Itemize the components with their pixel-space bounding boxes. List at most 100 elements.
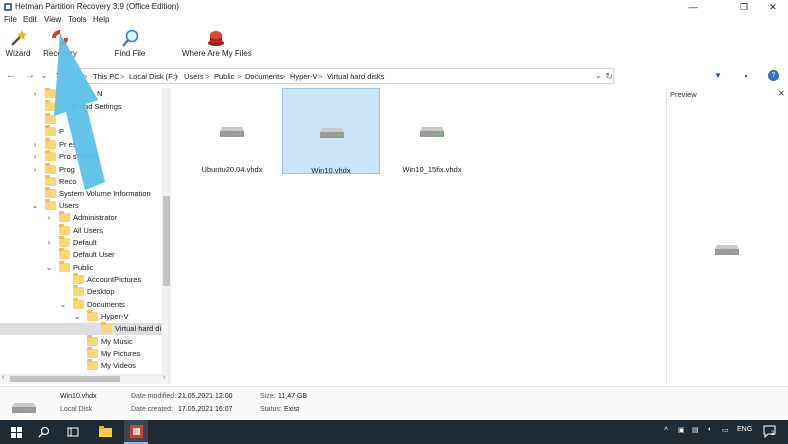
menu-view[interactable]: View xyxy=(44,15,61,24)
chevron-right-icon[interactable]: › xyxy=(31,89,39,98)
crumb-documents[interactable]: Documents xyxy=(245,72,283,81)
menu-tools[interactable]: Tools xyxy=(68,15,87,24)
tree-item[interactable]: ts and Settings xyxy=(0,100,171,113)
tree-item[interactable]: › Pro s (x86) xyxy=(0,150,171,163)
close-button[interactable]: ✕ xyxy=(760,0,786,14)
tree-item[interactable]: › Administrator xyxy=(0,211,171,224)
view-mode-icon[interactable]: ▪ xyxy=(740,69,752,83)
tree-item[interactable]: AccountPictures xyxy=(0,273,171,286)
menu-help[interactable]: Help xyxy=(93,15,109,24)
filter-icon[interactable]: ▼ xyxy=(712,69,724,83)
network-icon[interactable]: ▤ xyxy=(692,426,699,434)
refresh-button[interactable]: ↻ xyxy=(603,69,615,83)
chevron-right-icon[interactable]: › xyxy=(45,238,53,247)
tree-item[interactable]: System Volume Information xyxy=(0,187,171,200)
menu-file[interactable]: File xyxy=(4,15,17,24)
notification-icon[interactable]: 2 xyxy=(763,425,776,439)
folder-icon xyxy=(87,310,98,321)
tree-item-documents[interactable]: ⌄ Documents xyxy=(0,298,171,311)
chevron-down-icon[interactable]: ⌄ xyxy=(31,201,39,210)
tree-item[interactable]: › N xyxy=(0,88,171,100)
chevron-down-icon[interactable]: ⌄ xyxy=(59,300,67,309)
tree-item-users[interactable]: ⌄ Users xyxy=(0,199,171,212)
tree-horizontal-scrollbar[interactable]: ‹ › xyxy=(0,374,171,384)
folder-icon xyxy=(87,347,98,358)
tree-item[interactable]: › Default xyxy=(0,236,171,249)
folder-icon xyxy=(87,335,98,346)
folder-icon xyxy=(59,248,70,259)
tree-item[interactable]: Reco xyxy=(0,175,171,188)
crumb-users[interactable]: Users xyxy=(184,72,204,81)
back-button[interactable]: ← xyxy=(5,69,17,83)
folder-icon xyxy=(59,236,70,247)
breadcrumb[interactable]: > This PC > Local Disk (F:) > Users > Pu… xyxy=(66,68,614,84)
windows-start-icon[interactable] xyxy=(11,427,22,438)
hard-drive-icon xyxy=(12,403,36,413)
file-item-ubuntu[interactable]: Ubuntu20.04.vhdx xyxy=(183,88,281,174)
tree-item[interactable]: Desktop xyxy=(0,285,171,298)
tree-item[interactable]: My Videos xyxy=(0,359,171,372)
close-icon[interactable]: ✕ xyxy=(778,89,785,98)
volume-icon[interactable]: ◖ xyxy=(707,426,711,433)
folder-icon xyxy=(59,211,70,222)
chevron-down-icon[interactable]: ⌄ xyxy=(73,312,81,321)
tree-item[interactable] xyxy=(0,113,171,126)
window-title: Hetman Partition Recovery 3.9 (Office Ed… xyxy=(15,2,179,11)
scroll-right-icon[interactable]: › xyxy=(163,374,165,381)
wizard-button[interactable]: Wizard xyxy=(4,28,32,58)
red-app-tray-icon[interactable]: ▣ xyxy=(678,426,685,434)
chevron-right-icon[interactable]: › xyxy=(31,165,39,174)
tree-item-virtual-hard-disks[interactable]: Virtual hard di xyxy=(0,322,171,335)
hetman-taskbar-icon[interactable] xyxy=(124,420,148,444)
forward-button[interactable]: → xyxy=(24,69,36,83)
task-view-icon[interactable] xyxy=(67,426,79,438)
address-bar: ← → ⌄ ↑ > This PC > Local Disk (F:) > Us… xyxy=(0,67,788,85)
language-indicator[interactable]: ENG xyxy=(737,426,752,433)
maximize-button[interactable]: ❐ xyxy=(731,0,757,14)
tree-item-hyper-v[interactable]: ⌄ Hyper-V xyxy=(0,310,171,323)
tree-item[interactable]: › Prog xyxy=(0,163,171,176)
history-dropdown-icon[interactable]: ⌄ xyxy=(38,69,50,83)
tree-item[interactable]: All Users xyxy=(0,224,171,237)
recovery-button[interactable]: Recovery xyxy=(42,28,78,58)
preview-panel: Preview ✕ xyxy=(666,88,788,384)
up-button[interactable]: ↑ xyxy=(51,69,63,83)
scrollbar-thumb[interactable] xyxy=(163,196,170,286)
crumb-virtual-hard-disks[interactable]: Virtual hard disks xyxy=(327,72,384,81)
address-dropdown-icon[interactable]: ⌄ xyxy=(595,71,602,80)
chevron-right-icon[interactable]: › xyxy=(45,213,53,222)
tree-item[interactable]: Default User xyxy=(0,248,171,261)
crumb-this-pc[interactable]: This PC xyxy=(93,72,120,81)
battery-icon[interactable]: ▭ xyxy=(722,426,729,434)
chevron-right-icon[interactable]: › xyxy=(31,152,39,161)
menu-edit[interactable]: Edit xyxy=(23,15,37,24)
wand-icon xyxy=(11,30,27,46)
tree-item[interactable]: P xyxy=(0,125,171,138)
folder-icon xyxy=(87,359,98,370)
tree-vertical-scrollbar[interactable] xyxy=(162,88,171,374)
tree-item-public[interactable]: ⌄ Public xyxy=(0,261,171,274)
scrollbar-thumb[interactable] xyxy=(10,376,120,382)
where-are-my-files-button[interactable]: Where Are My Files xyxy=(182,28,252,58)
tree-item[interactable]: My Pictures xyxy=(0,347,171,360)
chevron-up-icon[interactable]: ˄ xyxy=(664,426,668,433)
crumb-hyper-v[interactable]: Hyper-V xyxy=(290,72,318,81)
crumb-public[interactable]: Public xyxy=(214,72,234,81)
tree-item[interactable]: My Music xyxy=(0,335,171,348)
file-explorer-taskbar-icon[interactable] xyxy=(94,420,116,444)
minimize-button[interactable]: — xyxy=(680,0,706,14)
chevron-right-icon[interactable]: › xyxy=(31,140,39,149)
help-icon[interactable]: ? xyxy=(768,70,779,81)
folder-tree: › N ts and Settings P › Pr es › Pro s (x… xyxy=(0,88,171,374)
red-button-icon xyxy=(208,31,224,46)
search-icon[interactable] xyxy=(38,426,50,438)
crumb-local-disk[interactable]: Local Disk (F:) xyxy=(129,72,177,81)
taskbar: ˄ ▣ ▤ ◖ ▭ ENG 2 xyxy=(0,420,788,444)
file-item-win10[interactable]: Win10.vhdx xyxy=(282,88,380,175)
scroll-left-icon[interactable]: ‹ xyxy=(2,374,4,381)
folder-icon xyxy=(98,426,112,437)
find-file-button[interactable]: Find File xyxy=(114,28,146,58)
tree-item[interactable]: › Pr es xyxy=(0,138,171,151)
file-item-win10-15fix[interactable]: Win10_15fix.vhdx xyxy=(383,88,481,174)
chevron-down-icon[interactable]: ⌄ xyxy=(45,263,53,272)
